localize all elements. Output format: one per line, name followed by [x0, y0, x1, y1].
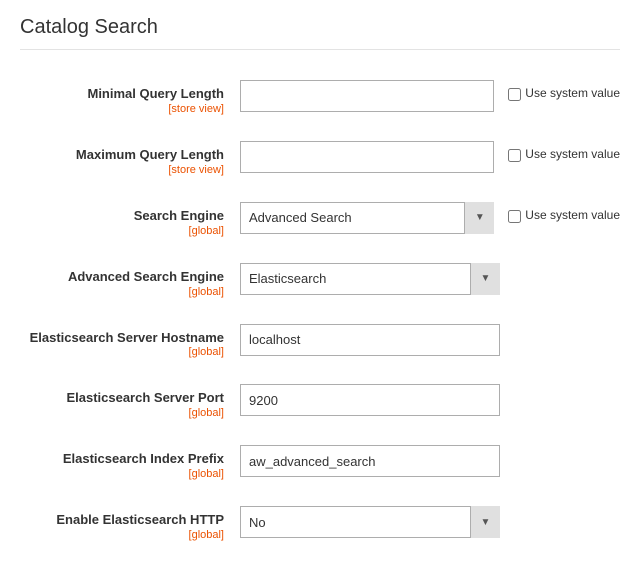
system-value-label-search-engine: Use system value: [525, 208, 620, 222]
catalog-search-form: Minimal Query Length[store view]Use syst…: [20, 74, 620, 547]
input-elasticsearch-server-port[interactable]: [240, 384, 500, 416]
field-scope-elasticsearch-index-prefix: [global]: [20, 468, 224, 480]
field-label-advanced-search-engine: Advanced Search Engine: [20, 269, 224, 286]
form-row-elasticsearch-index-prefix: Elasticsearch Index Prefix[global]: [20, 439, 620, 486]
form-row-elasticsearch-server-port: Elasticsearch Server Port[global]: [20, 378, 620, 425]
field-scope-search-engine: [global]: [20, 225, 224, 237]
field-label-elasticsearch-server-port: Elasticsearch Server Port: [20, 390, 224, 407]
field-scope-elasticsearch-server-port: [global]: [20, 407, 224, 419]
system-value-checkbox-search-engine[interactable]: [508, 210, 521, 223]
field-label-minimal-query-length: Minimal Query Length: [20, 86, 224, 103]
field-scope-minimal-query-length: [store view]: [20, 103, 224, 115]
system-value-label-minimal-query-length: Use system value: [525, 86, 620, 100]
input-minimal-query-length[interactable]: [240, 80, 494, 112]
input-elasticsearch-index-prefix[interactable]: [240, 445, 500, 477]
field-label-enable-elasticsearch-http: Enable Elasticsearch HTTP: [20, 512, 224, 529]
form-row-minimal-query-length: Minimal Query Length[store view] Use syst…: [20, 74, 620, 121]
select-enable-elasticsearch-http[interactable]: NoYes: [240, 506, 500, 538]
system-value-checkbox-minimal-query-length[interactable]: [508, 88, 521, 101]
form-row-search-engine: Search Engine[global] Advanced SearchMySQ…: [20, 196, 620, 243]
select-search-engine[interactable]: Advanced SearchMySQL FulltextElasticsear…: [240, 202, 494, 234]
field-label-search-engine: Search Engine: [20, 208, 224, 225]
field-scope-advanced-search-engine: [global]: [20, 286, 224, 298]
field-scope-elasticsearch-server-hostname: [global]: [20, 346, 224, 358]
form-row-maximum-query-length: Maximum Query Length[store view] Use syst…: [20, 135, 620, 182]
select-advanced-search-engine[interactable]: ElasticsearchSolr: [240, 263, 500, 295]
system-value-label-maximum-query-length: Use system value: [525, 147, 620, 161]
field-label-elasticsearch-index-prefix: Elasticsearch Index Prefix: [20, 451, 224, 468]
field-scope-enable-elasticsearch-http: [global]: [20, 529, 224, 541]
field-scope-maximum-query-length: [store view]: [20, 164, 224, 176]
field-label-maximum-query-length: Maximum Query Length: [20, 147, 224, 164]
page-title: Catalog Search: [20, 16, 620, 50]
form-row-enable-elasticsearch-http: Enable Elasticsearch HTTP[global]NoYes▼: [20, 500, 620, 547]
input-maximum-query-length[interactable]: [240, 141, 494, 173]
system-value-checkbox-maximum-query-length[interactable]: [508, 149, 521, 162]
form-row-advanced-search-engine: Advanced Search Engine[global] Elasticsea…: [20, 257, 620, 304]
form-row-elasticsearch-server-hostname: Elasticsearch Server Hostname[global]: [20, 318, 620, 365]
input-elasticsearch-server-hostname[interactable]: [240, 324, 500, 356]
field-label-elasticsearch-server-hostname: Elasticsearch Server Hostname: [20, 330, 224, 347]
